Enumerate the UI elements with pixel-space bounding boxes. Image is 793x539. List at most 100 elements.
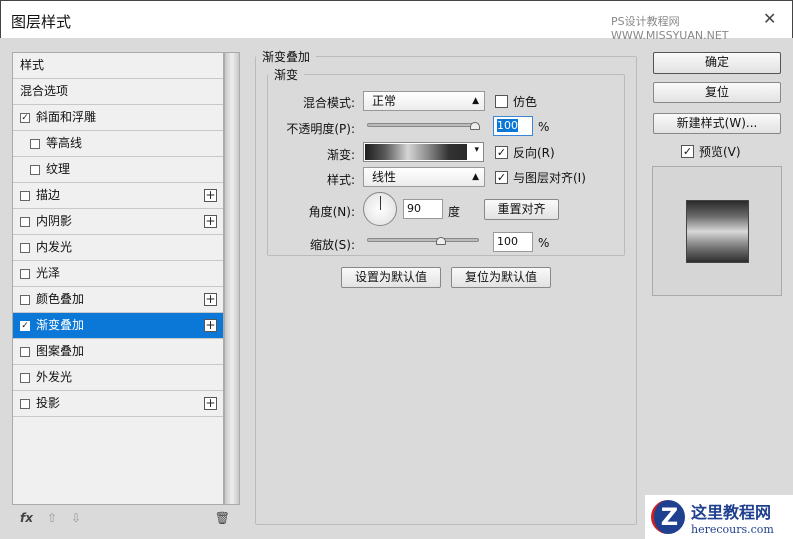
checkbox-box: ✓ [681,145,694,158]
checkbox[interactable] [30,164,40,175]
style-item-label: 描边 [36,188,61,202]
checkbox[interactable] [30,138,40,149]
add-icon[interactable]: + [204,215,217,228]
checkbox[interactable]: ✓ [20,112,30,123]
checkbox-box: ✓ [495,171,508,184]
style-item-label: 混合选项 [20,84,69,98]
close-button[interactable]: ✕ [763,9,776,28]
checkbox[interactable] [20,242,30,253]
gradient-picker[interactable]: ▾ [363,142,484,162]
style-item[interactable]: 样式 [13,53,223,79]
dropdown-icon: ▾ [474,145,479,155]
reset-alignment-button[interactable]: 重置对齐 [484,199,559,220]
opacity-value: 100 [497,119,518,132]
dither-checkbox[interactable]: 仿色 [495,93,537,110]
preview-label: 预览(V) [699,145,741,159]
checkbox[interactable] [20,346,30,357]
style-item[interactable]: 描边 + [13,183,223,209]
reverse-label: 反向(R) [513,146,555,160]
group-title: 渐变 [274,68,299,82]
blend-mode-select[interactable]: 正常 ▲ [363,91,485,111]
percent-label: % [538,120,550,134]
scale-slider[interactable] [367,237,479,245]
style-item-label: 纹理 [46,162,71,176]
set-default-button[interactable]: 设置为默认值 [341,267,441,288]
style-item-label: 投影 [36,396,61,410]
add-icon[interactable]: + [204,189,217,202]
trash-icon[interactable]: 🗑 [215,511,230,525]
align-with-layer-checkbox[interactable]: ✓ 与图层对齐(I) [495,169,586,186]
new-style-button[interactable]: 新建样式(W)... [653,113,781,134]
logo-name: 这里教程网 [691,502,772,522]
style-item[interactable]: 外发光 [13,365,223,391]
angle-needle [380,196,381,210]
style-item[interactable]: 光泽 [13,261,223,287]
opacity-input[interactable]: 100 [493,116,533,136]
style-item[interactable]: 纹理 [13,157,223,183]
move-up-icon[interactable]: ⇧ [47,511,57,525]
scale-label: 缩放(S): [309,238,355,252]
ok-button[interactable]: 确定 [653,52,781,74]
checkbox[interactable] [20,372,30,383]
style-item-label: 光泽 [36,266,61,280]
percent-label: % [538,236,550,250]
fx-button[interactable]: fx [20,511,33,525]
style-item[interactable]: 图案叠加 [13,339,223,365]
add-icon[interactable]: + [204,319,217,332]
align-label: 与图层对齐(I) [513,171,586,185]
style-item-label: 外发光 [36,370,73,384]
style-item[interactable]: 颜色叠加 + [13,287,223,313]
reverse-checkbox[interactable]: ✓ 反向(R) [495,144,555,161]
style-value: 线性 [372,170,397,184]
updown-icon: ▲ [472,172,479,182]
title-bar: 图层样式 PS设计教程网 WWW.MISSYUAN.NET ✕ [0,0,793,42]
style-item[interactable]: ✓ 斜面和浮雕 [13,105,223,131]
checkbox-box: ✓ [495,146,508,159]
add-icon[interactable]: + [204,397,217,410]
checkbox[interactable] [20,268,30,279]
scale-input[interactable]: 100 [493,232,533,252]
degree-label: 度 [448,205,461,219]
angle-dial[interactable] [363,192,397,226]
gradient-swatch [365,144,467,160]
logo-z-icon: Z [651,500,685,534]
checkbox-box [495,95,508,108]
checkbox[interactable] [20,294,30,305]
preview-swatch [686,200,749,263]
style-item-label: 内发光 [36,240,73,254]
angle-input[interactable]: 90 [403,199,443,219]
checkbox[interactable] [20,216,30,227]
reset-button[interactable]: 复位 [653,82,781,103]
style-item[interactable]: 内发光 [13,235,223,261]
dialog-title: 图层样式 [11,13,72,31]
checkbox[interactable] [20,190,30,201]
updown-icon: ▲ [472,96,479,106]
style-item[interactable]: 内阴影 + [13,209,223,235]
angle-label: 角度(N): [308,205,355,219]
move-down-icon[interactable]: ⇩ [71,511,81,525]
style-item-label: 等高线 [46,136,83,150]
dither-label: 仿色 [513,95,538,109]
blend-mode-value: 正常 [372,94,397,108]
checkbox[interactable]: ✓ [20,320,30,331]
blend-mode-label: 混合模式: [302,96,355,110]
style-item[interactable]: 投影 + [13,391,223,417]
gradient-label: 渐变: [326,148,355,162]
add-icon[interactable]: + [204,293,217,306]
slider-thumb[interactable] [436,237,446,245]
style-item[interactable]: 等高线 [13,131,223,157]
preview-checkbox[interactable]: ✓ 预览(V) [681,143,741,160]
checkbox[interactable] [20,398,30,409]
style-select[interactable]: 线性 ▲ [363,167,485,187]
logo-url: herecours.com [691,522,774,536]
style-item[interactable]: ✓ 渐变叠加 + [13,313,223,339]
style-item[interactable]: 混合选项 [13,79,223,105]
opacity-slider[interactable] [367,122,480,130]
reset-default-button[interactable]: 复位为默认值 [451,267,551,288]
scrollbar[interactable] [224,52,240,505]
preview-box [652,166,782,296]
style-list: 样式 混合选项 ✓ 斜面和浮雕 等高线 纹理 描边 + 内阴影 + 内发光 光泽 颜色叠加 + ✓ 渐变叠加 +… [12,52,224,505]
section-title: 渐变叠加 [262,50,311,64]
style-item-label: 渐变叠加 [36,318,85,332]
slider-thumb[interactable] [470,122,480,130]
